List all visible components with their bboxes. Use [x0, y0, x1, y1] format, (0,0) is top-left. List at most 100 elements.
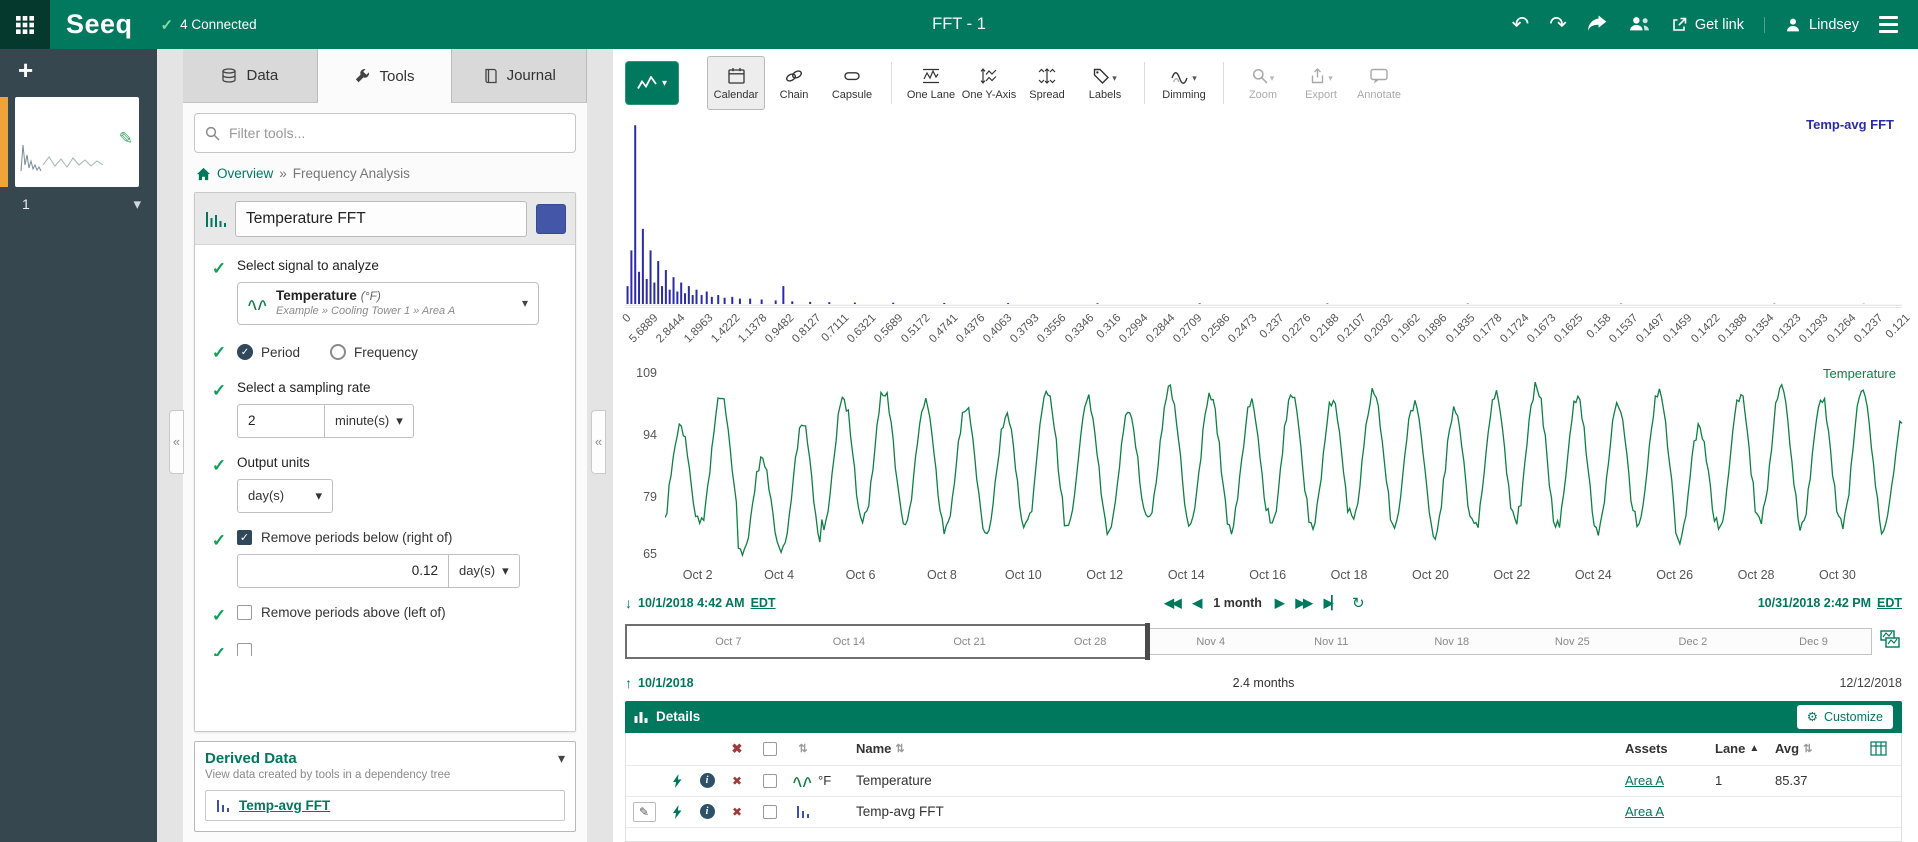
row-name[interactable]: Temp-avg FFT	[856, 804, 944, 819]
column-chooser-icon[interactable]	[1870, 741, 1887, 756]
tab-journal[interactable]: Journal	[452, 49, 587, 103]
remove-below-input[interactable]	[237, 554, 449, 588]
fft-legend[interactable]: Temp-avg FFT	[1806, 117, 1894, 132]
filter-tools-input[interactable]	[229, 125, 565, 141]
derived-item-link[interactable]: Temp-avg FFT	[239, 798, 330, 813]
toolbar-labels-button[interactable]: ▾ Labels	[1076, 56, 1134, 110]
investigate-range-duration[interactable]: 2.4 months	[1233, 676, 1295, 690]
derived-item[interactable]: Temp-avg FFT	[205, 790, 565, 821]
breadcrumb-overview-link[interactable]: Overview	[217, 166, 273, 181]
worksheet-chevron-down-icon[interactable]: ▾	[133, 195, 141, 213]
row-asset-link[interactable]: Area A	[1625, 773, 1664, 788]
filter-tools-searchbox[interactable]	[194, 113, 576, 153]
temperature-legend[interactable]: Temperature	[1823, 366, 1896, 381]
toolbar-capsule-button[interactable]: Capsule	[823, 56, 881, 110]
edit-icon[interactable]: ✎	[633, 802, 656, 822]
hamburger-menu-icon[interactable]	[1879, 16, 1898, 33]
frequency-radio[interactable]: Frequency	[330, 344, 418, 360]
seeq-logo[interactable]: Seeq	[66, 9, 133, 40]
temperature-chart[interactable]: 109947965 Temperature	[625, 366, 1904, 564]
toolbar-chain-button[interactable]: Chain	[765, 56, 823, 110]
chart-type-dropdown[interactable]: ▾	[625, 61, 679, 105]
collapse-tools-handle[interactable]: «	[591, 410, 606, 474]
range-up-arrow-icon[interactable]: ↑	[625, 675, 632, 691]
header-assets[interactable]: Assets	[1625, 741, 1668, 756]
fft-chart[interactable]: Temp-avg FFT	[625, 115, 1902, 308]
toolbar-export-button[interactable]: ▾ Export	[1292, 56, 1350, 110]
row-asset-link[interactable]: Area A	[1625, 804, 1664, 819]
sort-avg-icon[interactable]: ⇅	[1803, 742, 1812, 755]
add-worksheet-button[interactable]: +	[0, 49, 157, 85]
share-icon[interactable]	[1587, 15, 1608, 35]
temperature-y-axis[interactable]: 109947965	[625, 366, 665, 564]
connection-status[interactable]: ✓ 4 Connected	[161, 16, 257, 34]
navigate-icon[interactable]	[662, 805, 692, 819]
info-icon[interactable]: i	[700, 773, 715, 788]
display-range-end[interactable]: 10/31/2018 2:42 PM	[1758, 596, 1871, 610]
capsule-time-toggle-icon[interactable]	[1880, 630, 1900, 651]
worksheet-thumbnail[interactable]: ✎	[15, 97, 139, 187]
home-icon[interactable]	[196, 167, 211, 181]
remove-above-checkbox-row[interactable]: Remove periods above (left of)	[237, 605, 557, 620]
fft-plot-area[interactable]	[625, 115, 1902, 307]
header-name[interactable]: Name	[856, 741, 891, 756]
details-table-row[interactable]: i ✖ °F Temperature Area A 1 85.37	[626, 766, 1901, 797]
undo-icon[interactable]: ↶	[1512, 14, 1530, 35]
checkbox-checked-icon[interactable]: ✓	[237, 530, 252, 545]
toolbar-annotate-button[interactable]: Annotate	[1350, 56, 1408, 110]
output-units-select[interactable]: day(s) ▾	[237, 479, 333, 513]
range-start-arrow-icon[interactable]: ↓	[625, 595, 632, 611]
sampling-unit-select[interactable]: minute(s) ▾	[325, 404, 414, 438]
toolbar-one-y-axis-button[interactable]: One Y-Axis	[960, 56, 1018, 110]
toolbar-zoom-button[interactable]: ▾ Zoom	[1234, 56, 1292, 110]
select-all-checkbox[interactable]	[763, 742, 777, 756]
tab-tools[interactable]: Tools	[318, 49, 453, 103]
tool-name-input[interactable]	[235, 201, 527, 237]
checkbox-unchecked-icon[interactable]	[237, 605, 252, 620]
signal-select-dropdown[interactable]: Temperature(°F) Example » Cooling Tower …	[237, 282, 539, 325]
info-icon[interactable]: i	[700, 804, 715, 819]
tab-data[interactable]: Data	[183, 49, 318, 103]
remove-icon[interactable]: ✖	[732, 805, 742, 819]
row-checkbox[interactable]	[763, 774, 777, 788]
customize-button[interactable]: ⚙ Customize	[1797, 705, 1893, 729]
get-link-button[interactable]: Get link	[1671, 17, 1744, 33]
auto-update-icon[interactable]: ↻	[1352, 594, 1363, 612]
toolbar-calendar-button[interactable]: Calendar	[707, 56, 765, 110]
step-to-end-icon[interactable]: ▶▏	[1324, 595, 1339, 610]
header-lane[interactable]: Lane	[1715, 741, 1745, 756]
period-radio[interactable]: ✓ Period	[237, 344, 300, 360]
checkbox-unchecked-icon[interactable]	[237, 643, 252, 656]
step-back-icon[interactable]: ◀	[1193, 595, 1201, 610]
collapse-rail-handle[interactable]: «	[169, 410, 184, 474]
investigate-range-start[interactable]: 10/1/2018	[638, 676, 694, 690]
row-name[interactable]: Temperature	[856, 773, 932, 788]
row-checkbox[interactable]	[763, 805, 777, 819]
sampling-rate-input[interactable]	[237, 404, 325, 438]
temperature-plot-area[interactable]	[665, 366, 1904, 564]
series-color-swatch[interactable]	[536, 204, 566, 234]
remove-below-checkbox-row[interactable]: ✓ Remove periods below (right of)	[237, 530, 557, 545]
toolbar-spread-button[interactable]: Spread	[1018, 56, 1076, 110]
investigate-range-end[interactable]: 12/12/2018	[1839, 676, 1902, 690]
remove-below-unit-select[interactable]: day(s) ▾	[449, 554, 520, 588]
sort-name-icon[interactable]: ⇅	[895, 742, 904, 755]
display-range-duration[interactable]: 1 month	[1213, 596, 1262, 610]
header-avg[interactable]: Avg	[1775, 741, 1799, 756]
sort-lane-asc-icon[interactable]: ▲	[1749, 743, 1759, 754]
clipped-checkbox-row[interactable]	[237, 643, 557, 656]
sort-type-icon[interactable]: ⇅	[798, 742, 807, 755]
temperature-x-axis[interactable]: Oct 2Oct 4Oct 6Oct 8Oct 10Oct 12Oct 14Oc…	[665, 564, 1904, 588]
display-range-end-tz[interactable]: EDT	[1877, 596, 1902, 610]
toolbar-dimming-button[interactable]: ▾ Dimming	[1155, 56, 1213, 110]
toolbar-one-lane-button[interactable]: One Lane	[902, 56, 960, 110]
step-forward-large-icon[interactable]: ▶▶	[1296, 595, 1311, 610]
redo-icon[interactable]: ↷	[1549, 14, 1567, 35]
details-table-row[interactable]: ✎ i ✖ Temp-avg FFT Area A	[626, 797, 1901, 828]
remove-all-icon[interactable]: ✖	[732, 741, 743, 757]
step-back-large-icon[interactable]: ◀◀	[1164, 595, 1179, 610]
derived-chevron-icon[interactable]: ▾	[558, 750, 565, 767]
step-forward-icon[interactable]: ▶	[1275, 595, 1283, 610]
app-grid-button[interactable]	[0, 0, 50, 49]
user-menu[interactable]: Lindsey	[1764, 17, 1859, 33]
